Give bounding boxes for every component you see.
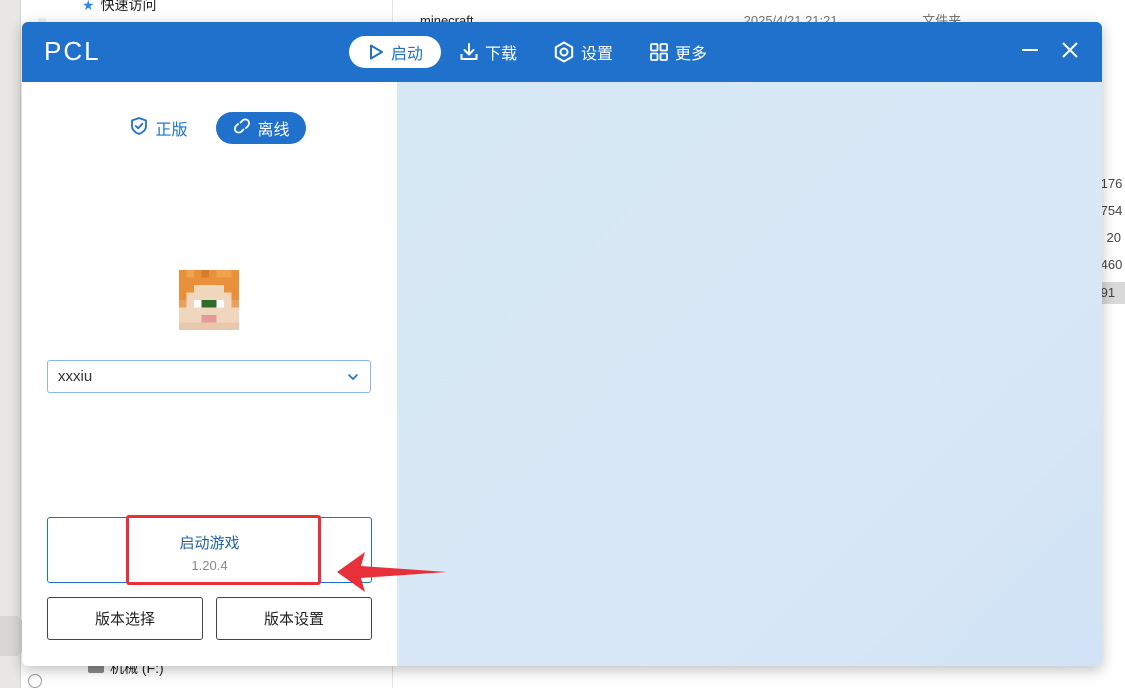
app-logo: PCL	[44, 36, 101, 66]
version-settings-button[interactable]: 版本设置	[216, 597, 372, 640]
version-select-button[interactable]: 版本选择	[47, 597, 203, 640]
mode-label: 正版	[155, 122, 188, 139]
link-broken-icon	[232, 116, 252, 141]
mode-official-button[interactable]: 正版	[113, 112, 203, 144]
shield-check-icon	[129, 116, 149, 141]
mode-label: 离线	[257, 122, 290, 139]
mode-offline-button[interactable]: 离线	[215, 112, 306, 144]
title-bar[interactable]: PCL 启动 下载 设置 更多	[22, 22, 1102, 82]
minimize-button[interactable]	[1018, 40, 1042, 64]
background-panel-edge	[0, 616, 22, 656]
nav-tab-label: 下载	[485, 46, 518, 63]
player-avatar	[179, 270, 239, 330]
background-left-panel	[0, 0, 21, 688]
launch-content-area	[397, 82, 1102, 666]
quick-access-label: 快速访问	[100, 0, 157, 13]
nav-tab-launch[interactable]: 启动	[349, 36, 442, 68]
nav-tab-download[interactable]: 下载	[441, 36, 535, 68]
nav-tab-more[interactable]: 更多	[631, 36, 725, 68]
background-quick-access[interactable]: ★ 快速访问	[82, 0, 157, 15]
download-icon	[459, 42, 479, 62]
close-button[interactable]	[1058, 40, 1082, 64]
minimize-icon	[1020, 40, 1040, 65]
star-icon: ★	[82, 0, 95, 13]
background-status-icon	[28, 674, 42, 688]
nav-tab-label: 设置	[581, 46, 614, 63]
username-dropdown[interactable]: xxxiu	[47, 360, 371, 393]
settings-icon	[553, 41, 575, 63]
annotation-arrow-icon	[337, 552, 447, 592]
grid-icon	[649, 42, 669, 62]
nav-tab-settings[interactable]: 设置	[535, 36, 631, 68]
nav-tab-label: 更多	[675, 46, 708, 63]
close-icon	[1060, 40, 1080, 65]
nav-tab-label: 启动	[391, 46, 424, 63]
chevron-down-icon	[346, 370, 360, 388]
username-value: xxxiu	[58, 368, 93, 385]
annotation-highlight-box	[126, 515, 321, 585]
play-icon	[367, 43, 385, 61]
main-nav: 启动 下载 设置 更多	[349, 36, 725, 68]
login-mode-switch: 正版 离线	[22, 112, 397, 144]
